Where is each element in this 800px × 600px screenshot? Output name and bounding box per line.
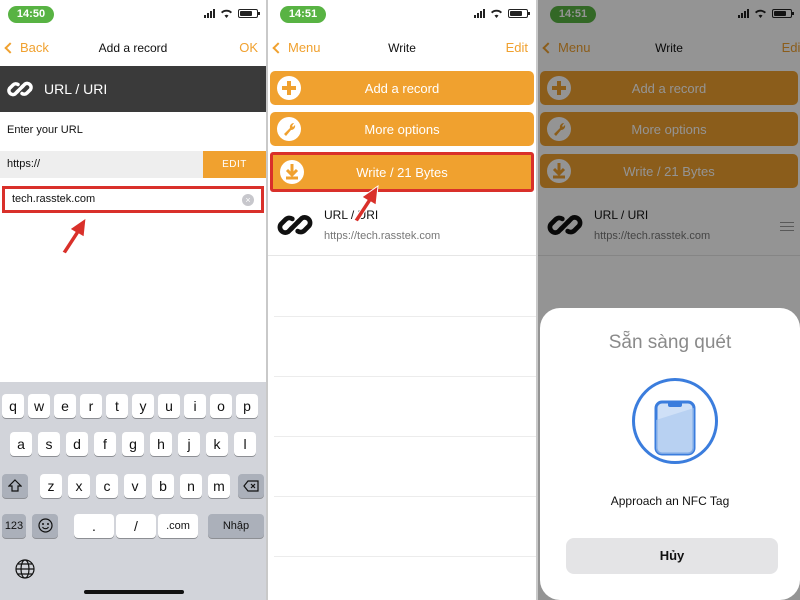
backspace-key[interactable]	[238, 474, 264, 498]
add-record-button[interactable]: Add a record	[270, 71, 534, 105]
dotcom-key[interactable]: .com	[158, 514, 198, 538]
key-q[interactable]: q	[2, 394, 24, 418]
key-a[interactable]: a	[10, 432, 32, 456]
keyboard: q w e r t y u i o p a s d f g h j k l z …	[0, 382, 266, 600]
row-separator	[274, 316, 536, 317]
record-row[interactable]: URL / URI https://tech.rasstek.com	[268, 196, 536, 256]
slash-key[interactable]: /	[116, 514, 156, 538]
status-bar: 14:51	[268, 0, 536, 30]
emoji-key[interactable]	[32, 514, 58, 538]
numbers-key[interactable]: 123	[2, 514, 26, 538]
key-g[interactable]: g	[122, 432, 144, 456]
url-prefix-row: https:// EDIT	[0, 151, 266, 178]
phone-icon	[654, 400, 696, 456]
cancel-button[interactable]: Hủy	[566, 538, 778, 574]
backspace-icon	[243, 480, 259, 492]
key-o[interactable]: o	[210, 394, 232, 418]
key-s[interactable]: s	[38, 432, 60, 456]
signal-icon	[204, 8, 215, 18]
key-r[interactable]: r	[80, 394, 102, 418]
enter-url-label: Enter your URL	[7, 124, 83, 136]
row-separator	[274, 436, 536, 437]
globe-icon[interactable]	[14, 558, 36, 580]
ok-button[interactable]: OK	[239, 40, 258, 55]
row-separator	[274, 376, 536, 377]
sheet-message: Approach an NFC Tag	[610, 494, 730, 508]
key-f[interactable]: f	[94, 432, 116, 456]
key-k[interactable]: k	[206, 432, 228, 456]
key-c[interactable]: c	[96, 474, 118, 498]
status-time: 14:51	[280, 6, 326, 23]
key-x[interactable]: x	[68, 474, 90, 498]
shift-key[interactable]	[2, 474, 28, 498]
nav-bar: Back Add a record OK	[0, 30, 266, 66]
key-n[interactable]: n	[180, 474, 202, 498]
status-bar: 14:50	[0, 0, 266, 30]
key-m[interactable]: m	[208, 474, 230, 498]
wifi-icon	[491, 9, 502, 18]
keyboard-row-3: z x c v b n m	[0, 474, 266, 498]
nfc-scan-sheet: Sẵn sàng quét Approach an NFC Tag Hủy	[540, 308, 800, 600]
key-v[interactable]: v	[124, 474, 146, 498]
status-icons	[204, 8, 260, 18]
key-d[interactable]: d	[66, 432, 88, 456]
row-separator	[274, 556, 536, 557]
emoji-icon	[37, 518, 53, 533]
record-type-label: URL / URI	[44, 81, 108, 97]
battery-icon	[508, 8, 530, 18]
enter-key[interactable]: Nhập	[208, 514, 264, 538]
key-z[interactable]: z	[40, 474, 62, 498]
key-y[interactable]: y	[132, 394, 154, 418]
write-screen: 14:51 Menu Write Edit Add a record More …	[268, 0, 536, 600]
nav-bar: Menu Write Edit	[268, 30, 536, 66]
record-type-header: URL / URI	[0, 66, 266, 112]
shift-icon	[7, 479, 23, 492]
write-label: Write / 21 Bytes	[356, 165, 448, 180]
key-p[interactable]: p	[236, 394, 258, 418]
key-e[interactable]: e	[54, 394, 76, 418]
more-options-button[interactable]: More options	[270, 112, 534, 146]
status-icons	[474, 8, 530, 18]
sheet-title: Sẵn sàng quét	[608, 332, 732, 353]
link-icon	[7, 81, 33, 97]
page-title: Add a record	[98, 41, 168, 55]
clear-input-icon[interactable]: ×	[242, 194, 254, 206]
status-time: 14:50	[8, 6, 54, 23]
red-arrow-icon	[353, 184, 379, 222]
keyboard-row-4: 123 . / .com Nhập	[0, 514, 266, 538]
url-input-highlight: ×	[2, 186, 264, 213]
add-record-label: Add a record	[364, 81, 440, 96]
scan-sheet-screen: 14:51 Menu Write Edit Add a record More …	[538, 0, 800, 600]
more-options-label: More options	[364, 122, 440, 137]
key-b[interactable]: b	[152, 474, 174, 498]
key-j[interactable]: j	[178, 432, 200, 456]
record-value: https://tech.rasstek.com	[324, 230, 441, 242]
battery-icon	[238, 8, 260, 18]
link-icon	[277, 215, 313, 235]
key-w[interactable]: w	[28, 394, 50, 418]
key-l[interactable]: l	[234, 432, 256, 456]
edit-button[interactable]: Edit	[506, 40, 528, 55]
signal-icon	[474, 8, 485, 18]
url-input[interactable]	[12, 193, 232, 205]
keyboard-row-2: a s d f g h j k l	[0, 432, 266, 456]
red-arrow-icon	[61, 216, 87, 254]
add-record-screen: 14:50 Back Add a record OK URL / URI Ent…	[0, 0, 266, 600]
write-button[interactable]: Write / 21 Bytes	[270, 152, 534, 192]
key-t[interactable]: t	[106, 394, 128, 418]
period-key[interactable]: .	[74, 514, 114, 538]
row-separator	[274, 496, 536, 497]
wifi-icon	[221, 9, 232, 18]
url-prefix: https://	[7, 158, 41, 170]
key-i[interactable]: i	[184, 394, 206, 418]
edit-prefix-button[interactable]: EDIT	[203, 151, 266, 178]
key-u[interactable]: u	[158, 394, 180, 418]
page-title: Write	[388, 41, 416, 55]
keyboard-row-1: q w e r t y u i o p	[0, 394, 266, 418]
key-h[interactable]: h	[150, 432, 172, 456]
home-indicator	[84, 590, 184, 594]
